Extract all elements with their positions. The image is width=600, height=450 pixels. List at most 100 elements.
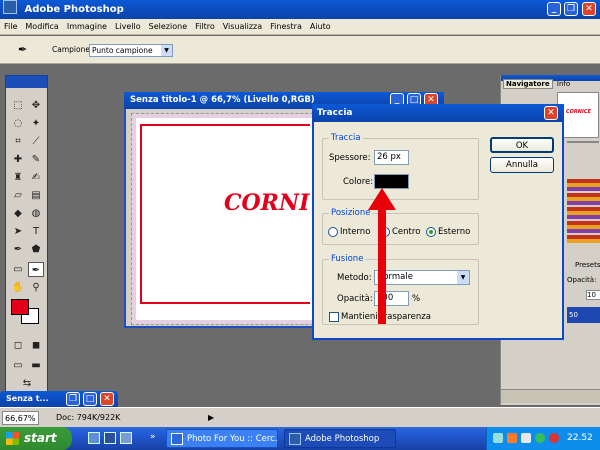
marquee-tool-icon[interactable]: ⬚ [10,98,26,113]
task-adobe-photoshop[interactable]: Adobe Photoshop [284,429,396,448]
clock[interactable]: 22.52 [567,427,593,450]
menu-immagine[interactable]: Immagine [63,19,111,35]
show-desktop-icon[interactable] [88,432,100,444]
zoom-level[interactable]: 66,67% [2,411,39,425]
layers-opacity-value[interactable]: 10 [586,290,600,300]
eyedropper-icon[interactable]: ✒ [18,43,27,56]
minimize-button[interactable]: _ [547,2,561,16]
menu-finestra[interactable]: Finestra [266,19,306,35]
stroke-dialog: Traccia ✕ Traccia Spessore: 26 px Colore… [312,104,564,340]
radio-interno[interactable] [328,227,338,237]
sample-select-value: Punto campione [92,46,153,55]
path-selection-tool-icon[interactable]: ➤ [10,224,26,239]
dialog-close-button[interactable]: ✕ [544,106,558,120]
ie-icon[interactable] [104,432,116,444]
task-photo-for-you-label: Photo For You :: Cerc... [187,434,278,444]
app-title: Adobe Photoshop [24,4,124,15]
toolbox-header [6,76,47,88]
start-label: start [24,431,57,445]
menu-modifica[interactable]: Modifica [21,19,62,35]
screen-mode-icon[interactable]: ▭ [10,358,26,373]
menu-filtro[interactable]: Filtro [191,19,219,35]
menu-file[interactable]: File [0,19,21,35]
quick-mask-icon[interactable]: ◼ [28,338,44,353]
width-input[interactable]: 26 px [374,150,409,165]
minimized-close-button[interactable]: ✕ [100,392,114,406]
task-photo-for-you[interactable]: Photo For You :: Cerc... [166,429,278,448]
crop-tool-icon[interactable]: ⌗ [10,134,26,149]
zoom-tool-icon[interactable]: ⚲ [28,280,44,295]
cancel-button[interactable]: Annulla [490,157,554,173]
tab-presets[interactable]: Presets [575,261,600,269]
layers-footer [501,389,600,403]
gradient-tool-icon[interactable]: ▤ [28,188,44,203]
width-label: Spessore: [329,153,371,163]
healing-brush-tool-icon[interactable]: ✚ [10,152,26,167]
tray-security-icon[interactable] [549,433,559,443]
start-button[interactable]: start [0,427,72,450]
tray-msn-icon[interactable] [535,433,545,443]
dialog-titlebar[interactable]: Traccia ✕ [312,104,564,122]
lasso-tool-icon[interactable]: ◌ [10,116,26,131]
task-adobe-photoshop-label: Adobe Photoshop [305,434,380,444]
foreground-color-swatch[interactable] [11,299,29,315]
navigator-zoom-slider[interactable] [567,141,599,149]
ok-button[interactable]: OK [490,137,554,153]
menu-visualizza[interactable]: Visualizza [219,19,266,35]
menu-livello[interactable]: Livello [111,19,145,35]
options-bar: ✒ Campione: Punto campione ▼ [0,36,600,64]
sample-select[interactable]: Punto campione ▼ [89,44,173,57]
preserve-transparency-checkbox[interactable] [329,312,339,322]
mode-select[interactable]: Normale ▼ [374,270,470,285]
quicklaunch-more-icon[interactable]: » [150,432,156,442]
status-menu-arrow-icon[interactable]: ▶ [208,408,214,428]
move-tool-icon[interactable]: ✥ [28,98,44,113]
eyedropper-tool-icon[interactable]: ✒ [28,262,44,277]
status-bar: 66,67% Doc: 794K/922K ▶ [0,407,600,427]
menu-selezione[interactable]: Selezione [145,19,191,35]
jump-to-imageready-icon[interactable]: ⇆ [19,376,35,391]
canvas-text: CORNICE [224,190,310,216]
radio-centro-label: Centro [392,227,421,237]
notes-tool-icon[interactable]: ▭ [10,262,26,277]
layers-highlight-row[interactable]: 50 [567,307,600,323]
tray-volume-icon[interactable] [521,433,531,443]
close-button[interactable]: ✕ [582,2,596,16]
hand-tool-icon[interactable]: ✋ [10,280,26,295]
standard-mode-icon[interactable]: ◻ [10,338,26,353]
type-tool-icon[interactable]: T [28,224,44,239]
menu-bar: File Modifica Immagine Livello Selezione Filt… [0,19,600,35]
blend-group-label: Fusione [329,254,366,264]
clone-stamp-tool-icon[interactable]: ♜ [10,170,26,185]
tab-info[interactable]: Info [555,80,572,88]
quicklaunch-icon[interactable] [120,432,132,444]
taskbar: start » Photo For You :: Cerc... Adobe P… [0,427,600,450]
tab-navigatore[interactable]: Navigatore [503,79,553,89]
full-screen-mode-icon[interactable]: ▬ [28,358,44,373]
radio-esterno-label: Esterno [438,227,471,237]
color-swatches [567,179,600,243]
navigator-tabs: Navigatore Info [503,79,599,90]
menu-aiuto[interactable]: Aiuto [306,19,335,35]
eraser-tool-icon[interactable]: ▱ [10,188,26,203]
tray-antivirus-icon[interactable] [507,433,517,443]
blur-tool-icon[interactable]: ◆ [10,206,26,221]
pen-tool-icon[interactable]: ✒ [10,242,26,257]
restore-button[interactable]: ❐ [564,2,578,16]
history-brush-tool-icon[interactable]: ✍ [28,170,44,185]
position-group-label: Posizione [329,208,373,218]
radio-esterno[interactable] [426,227,436,237]
task-photoshop-icon [289,433,301,445]
tray-network-icon[interactable] [493,433,503,443]
slice-tool-icon[interactable]: ⟋ [28,134,44,149]
minimized-restore-button[interactable]: ❐ [66,392,80,406]
dodge-tool-icon[interactable]: ◍ [28,206,44,221]
minimized-document[interactable]: Senza t... ❐ □ ✕ [0,391,118,407]
minimized-maximize-button[interactable]: □ [83,392,97,406]
brush-tool-icon[interactable]: ✎ [28,152,44,167]
stroke-color-swatch[interactable] [374,174,409,189]
system-tray: 22.52 [486,427,600,450]
chevron-down-icon: ▼ [161,45,172,56]
magic-wand-tool-icon[interactable]: ✦ [28,116,44,131]
shape-tool-icon[interactable]: ⬟ [28,242,44,257]
